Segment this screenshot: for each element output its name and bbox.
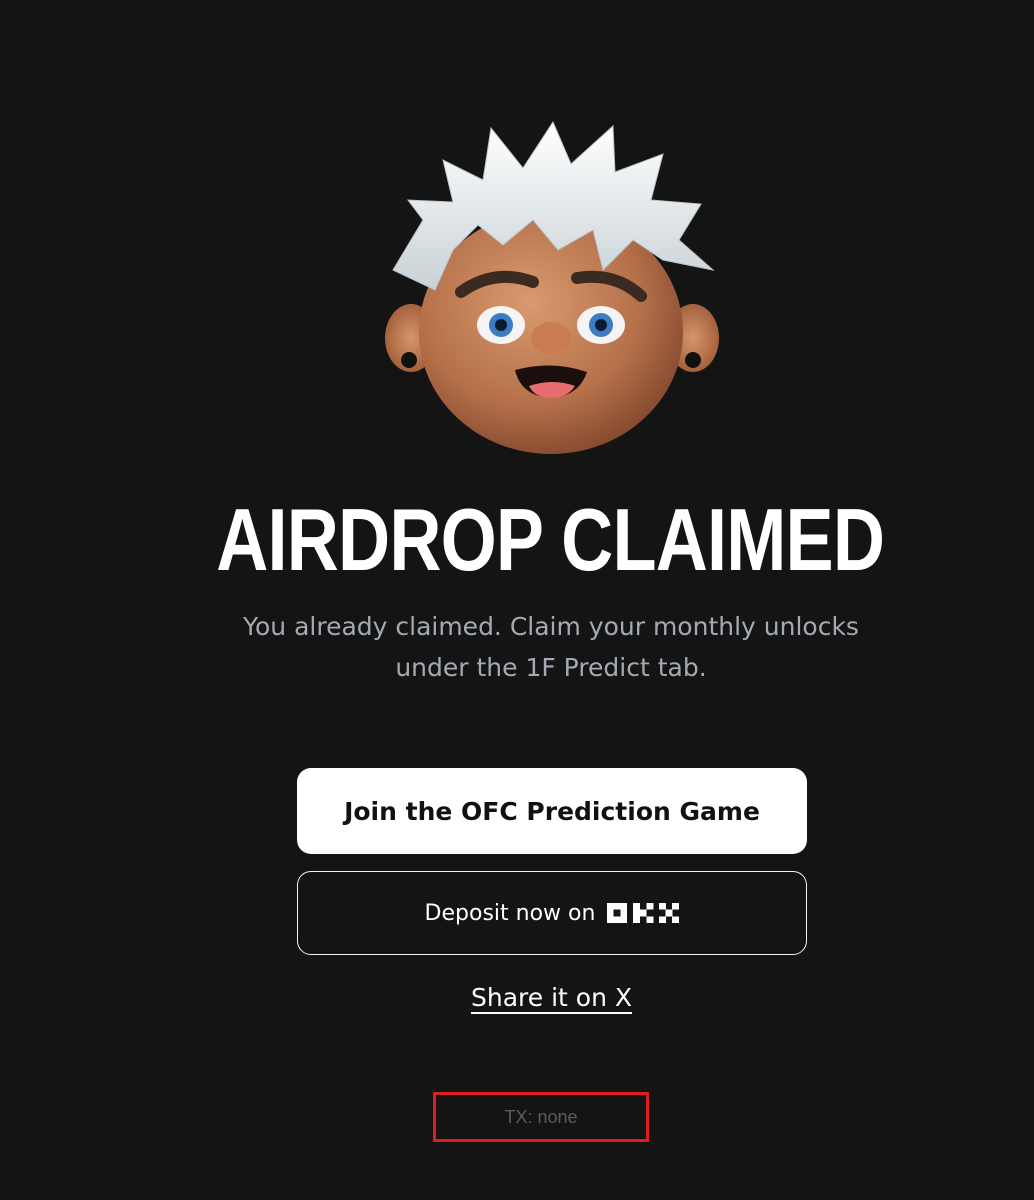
join-prediction-game-label: Join the OFC Prediction Game [344,796,760,826]
page-title: AIRDROP CLAIMED [216,490,885,589]
deposit-label: Deposit now on [424,900,596,926]
okx-logo-icon [607,903,680,923]
subtitle-line-1: You already claimed. Claim your monthly … [243,612,859,641]
deposit-okx-button[interactable]: Deposit now on [297,871,807,955]
airdrop-claimed-page: AIRDROP CLAIMED You already claimed. Cla… [0,0,1034,1200]
subtitle-line-2: under the 1F Predict tab. [395,653,707,682]
avatar-icon [385,120,719,454]
join-prediction-game-button[interactable]: Join the OFC Prediction Game [297,768,807,854]
tx-status-text: TX: none [504,1106,578,1127]
tx-status-box: TX: none [433,1092,649,1142]
subtitle: You already claimed. Claim your monthly … [226,606,876,688]
share-on-x-link[interactable]: Share it on X [0,983,1034,1012]
